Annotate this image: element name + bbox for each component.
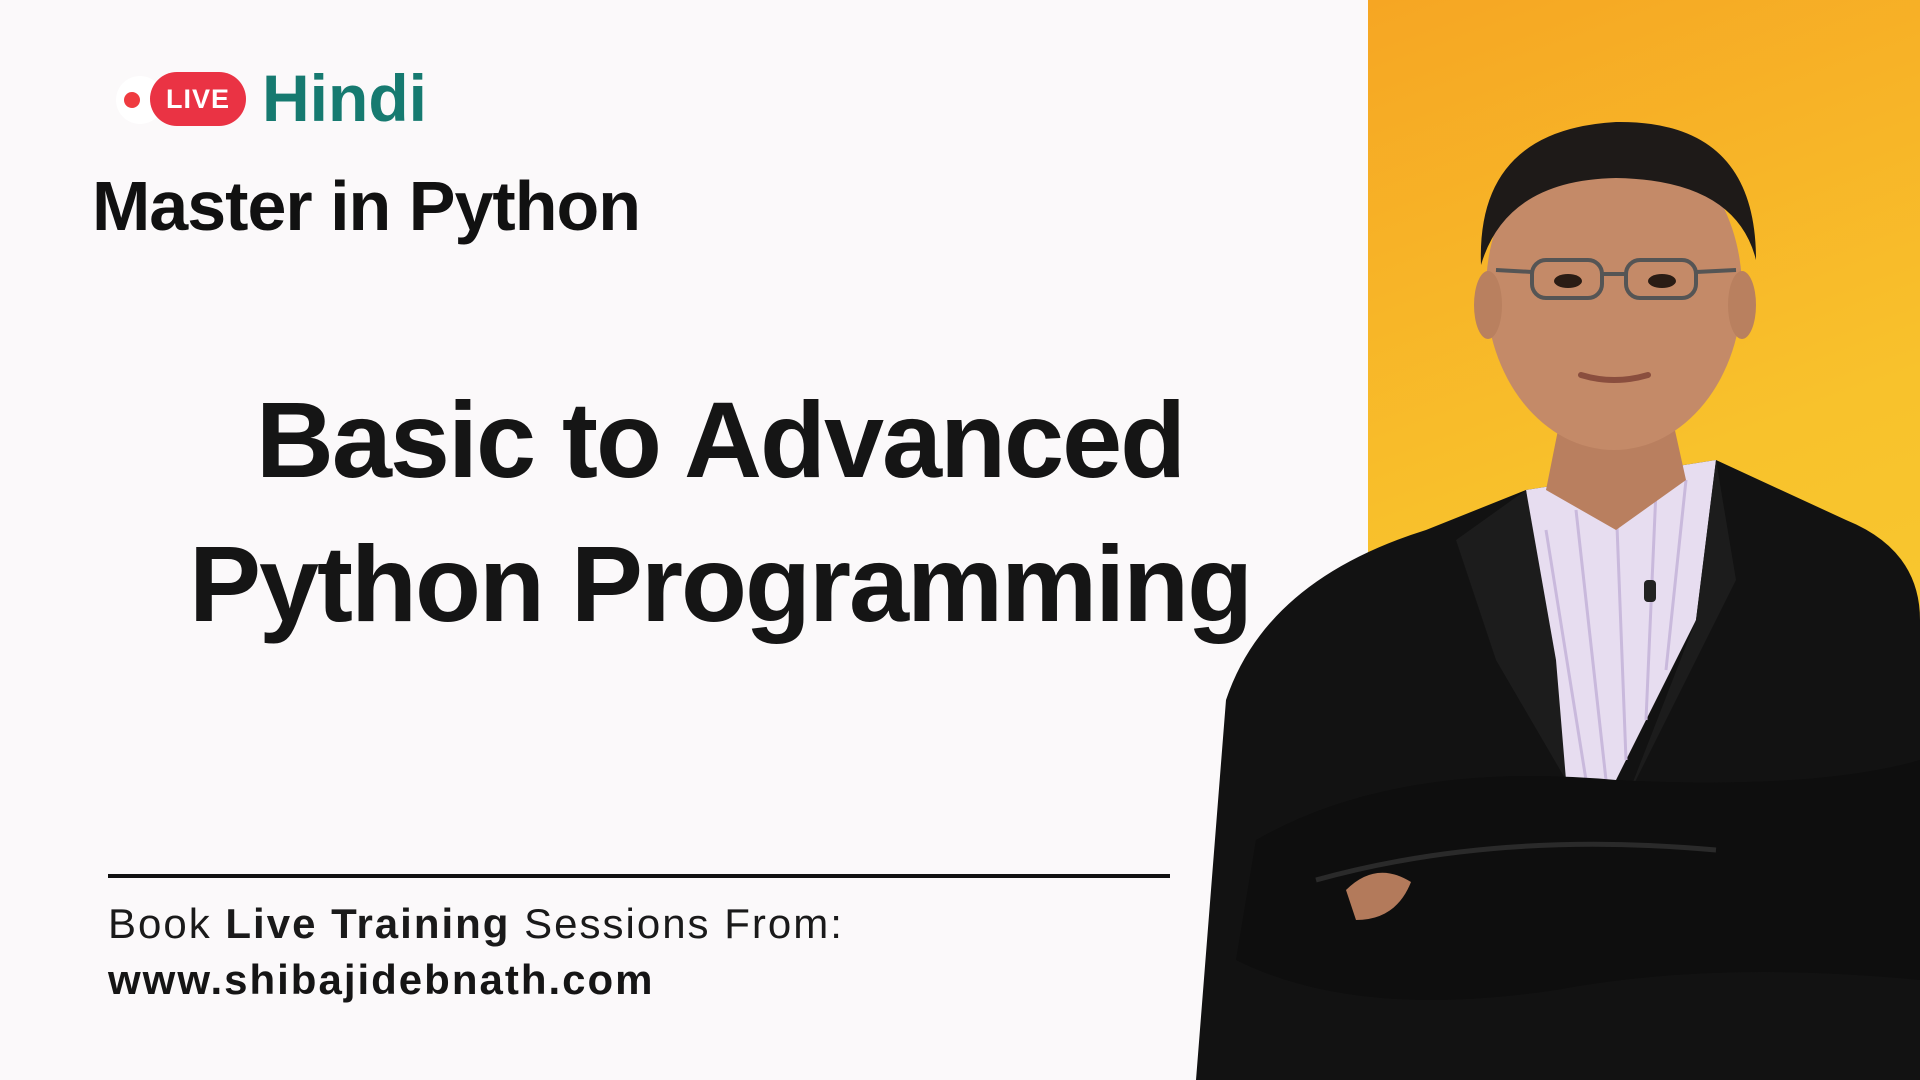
left-ear xyxy=(1474,271,1502,339)
cta-emphasis: Live Training xyxy=(225,900,511,947)
cta-text: Book Live Training Sessions From: xyxy=(108,896,844,952)
divider-line xyxy=(108,874,1170,878)
course-title: Master in Python xyxy=(92,167,641,245)
website-link[interactable]: www.shibajidebnath.com xyxy=(108,952,655,1008)
presenter-portrait xyxy=(1196,121,1920,1080)
language-label: Hindi xyxy=(262,61,427,135)
cta-prefix: Book xyxy=(108,900,226,947)
right-eye xyxy=(1648,274,1676,288)
cta-suffix: Sessions From: xyxy=(510,900,844,947)
live-badge: LIVE xyxy=(116,72,248,128)
live-dot-icon xyxy=(124,92,140,108)
live-pill: LIVE xyxy=(150,72,246,126)
microphone-icon xyxy=(1644,580,1656,602)
right-ear xyxy=(1728,271,1756,339)
left-eye xyxy=(1554,274,1582,288)
